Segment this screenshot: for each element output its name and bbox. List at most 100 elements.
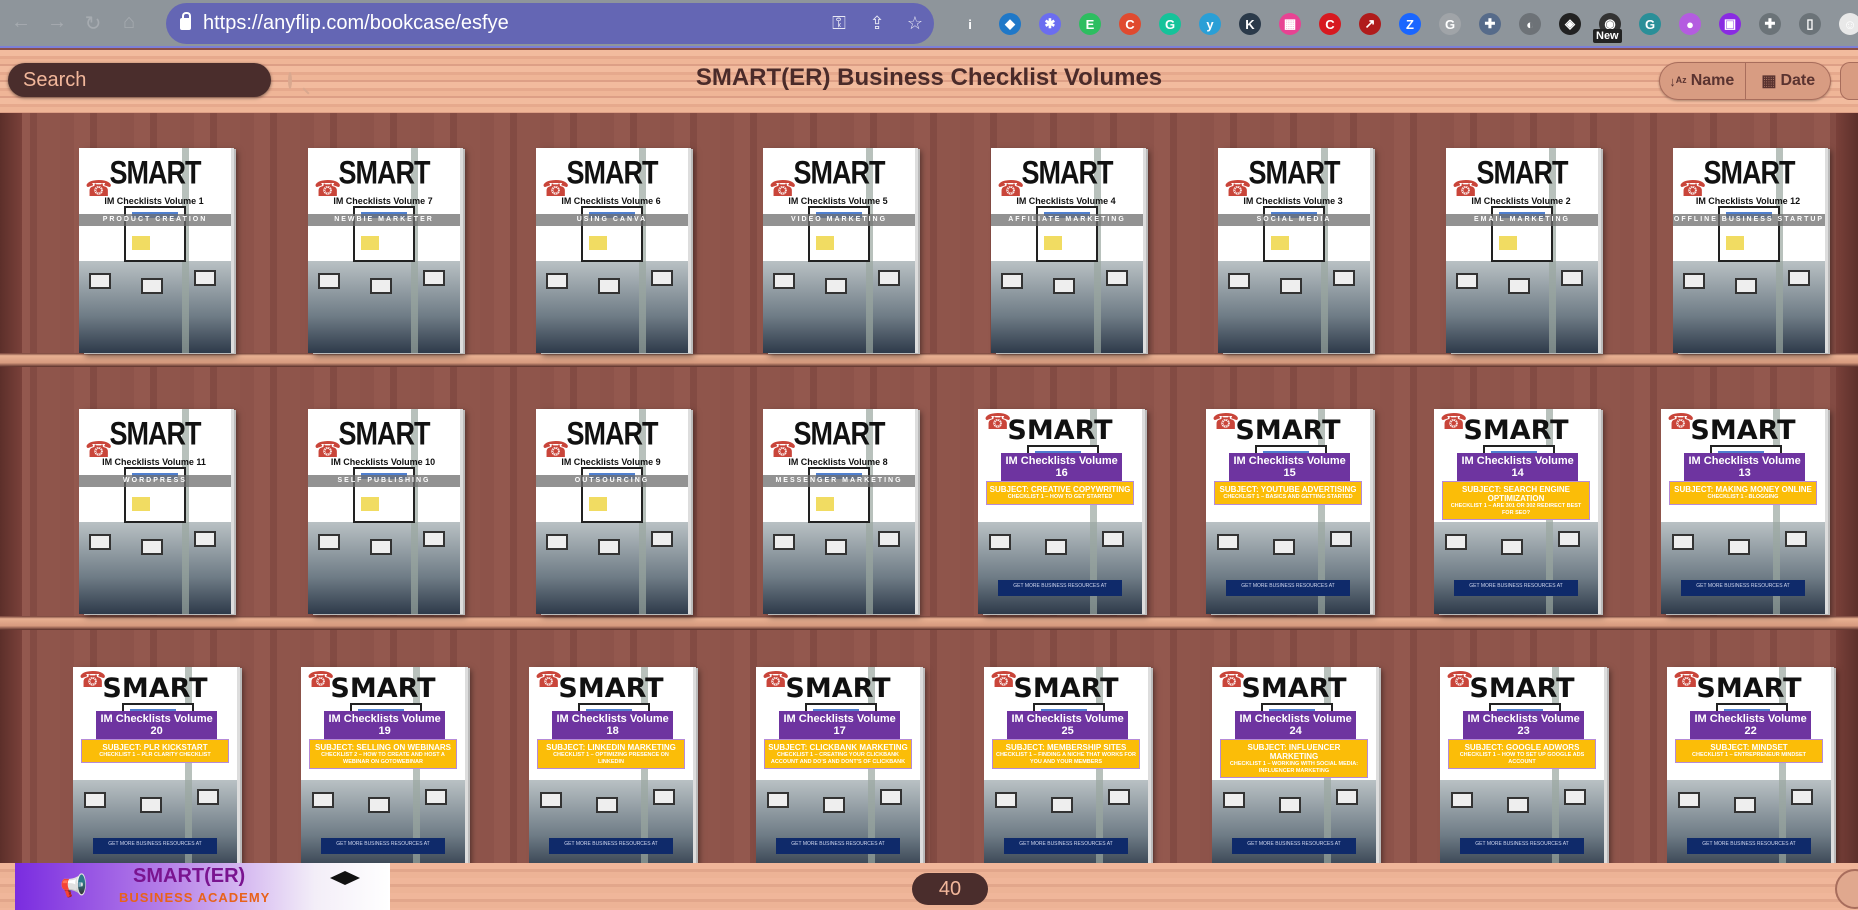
home-icon[interactable]: ⌂ xyxy=(114,11,144,36)
extensions-bar: i ◆ ✱ E C Gy K ▦ C ↗ Z G ✚ ◐ ◈ ◉ New G ● ▣ ✚ ▯ ☺ xyxy=(950,0,1858,48)
c-extension-icon: C xyxy=(1119,13,1141,35)
checklist-text: CHECKLIST 1 – HOW TO SET UP GOOGLE ADS A… xyxy=(1459,752,1585,765)
k-extension-button[interactable]: K xyxy=(1230,0,1270,48)
book-cover[interactable]: ☎ SMART IM Checklists Volume 15 SUBJECT: YO… xyxy=(1206,409,1370,614)
book-cover[interactable]: ☎ SMART IM Checklists Volume 23 SUBJECT: GO… xyxy=(1440,667,1604,872)
laptop-icon xyxy=(1444,534,1467,550)
circle-extension-button[interactable]: ◐ xyxy=(1510,0,1550,48)
c-extension-button[interactable]: C xyxy=(1110,0,1150,48)
cover-brand: SMART xyxy=(793,154,886,191)
book-cover[interactable]: ☎ SMART IM Checklists Volume 7 NEWBIE MARKE… xyxy=(308,148,460,353)
gradient-extension-button[interactable]: ● xyxy=(1670,0,1710,48)
book-cover[interactable]: ☎ SMART IM Checklists Volume 14 SUBJECT: SE… xyxy=(1434,409,1598,614)
back-icon[interactable]: ← xyxy=(6,11,36,36)
url-text[interactable]: https://anyflip.com/bookcase/esfye xyxy=(203,12,820,35)
volume-label: IM Checklists Volume 7 xyxy=(333,196,433,206)
bookmark-star-icon[interactable]: ☆ xyxy=(896,13,934,34)
book-cover[interactable]: ☎ SMART IM Checklists Volume 11 WORDPRESS xyxy=(79,409,231,614)
evernote-extension-button[interactable]: E xyxy=(1070,0,1110,48)
checklist-text: CHECKLIST 1 - BLOGGING xyxy=(1707,494,1779,500)
book-cover[interactable]: ☎ SMART IM Checklists Volume 3 SOCIAL MEDIA xyxy=(1218,148,1370,353)
g-teal-extension-button[interactable]: G xyxy=(1630,0,1670,48)
laptop-icon xyxy=(425,789,448,805)
cover-brand: SMART xyxy=(566,415,659,452)
checklist-text: CHECKLIST 1 – WORKING WITH SOCIAL MEDIA:… xyxy=(1229,761,1359,774)
laptop-icon xyxy=(1450,792,1473,808)
subject-box: SUBJECT: INFLUENCER MARKETING CHECKLIST 1… xyxy=(1220,739,1368,779)
view-toggle-button[interactable] xyxy=(1840,62,1858,100)
rainbow-extension-button[interactable]: ◉ New xyxy=(1590,0,1630,48)
book-cover[interactable]: ☎ SMART IM Checklists Volume 6 USING CANVA xyxy=(536,148,688,353)
cover-brand: SMART xyxy=(330,673,436,704)
laptop-icon xyxy=(994,792,1017,808)
gear-extension-button[interactable]: ✱ xyxy=(1030,0,1070,48)
checklist-text: CHECKLIST 1 – CREATING YOUR CLICKBANK AC… xyxy=(770,752,906,765)
academy-logo[interactable]: 📢 SMART(ER) BUSINESS ACADEMY xyxy=(15,863,390,910)
forward-icon[interactable]: → xyxy=(42,11,72,36)
book-cover[interactable]: ☎ SMART IM Checklists Volume 1 PRODUCT CREA… xyxy=(79,148,231,353)
topic-band: MESSENGER MARKETING xyxy=(763,475,915,487)
google-extension-button[interactable]: G xyxy=(1430,0,1470,48)
book-cover[interactable]: ☎ SMART IM Checklists Volume 19 SUBJECT: SE… xyxy=(301,667,465,872)
address-bar[interactable]: https://anyflip.com/bookcase/esfye ⚿ ⇪ ☆ xyxy=(166,3,934,44)
shelf-left-side xyxy=(0,113,22,863)
palette-extension-button[interactable]: ▦ xyxy=(1270,0,1310,48)
laptop-icon xyxy=(370,539,392,555)
resources-footer: GET MORE BUSINESS RESOURCES AT xyxy=(1686,838,1812,854)
c-red-extension-button[interactable]: C xyxy=(1310,0,1350,48)
profile-avatar-button[interactable]: ☺ xyxy=(1830,0,1858,48)
diamond-extension-button[interactable]: ◆ xyxy=(990,0,1030,48)
book-cover[interactable]: ☎ SMART IM Checklists Volume 18 SUBJECT: LI… xyxy=(529,667,693,872)
book-cover[interactable]: ☎ SMART IM Checklists Volume 17 SUBJECT: CL… xyxy=(756,667,920,872)
chat-extension-button[interactable]: ▣ xyxy=(1710,0,1750,48)
laptop-icon xyxy=(1216,534,1239,550)
book-cover[interactable]: ☎ SMART IM Checklists Volume 24 SUBJECT: IN… xyxy=(1212,667,1376,872)
laptop-icon xyxy=(1222,792,1245,808)
book-cover[interactable]: ☎ SMART IM Checklists Volume 13 SUBJECT: MA… xyxy=(1661,409,1825,614)
share-icon[interactable]: ⇪ xyxy=(858,13,896,34)
sort-by-date-button[interactable]: ▦ Date xyxy=(1744,62,1832,100)
sort-by-name-button[interactable]: ↓ᴬᶻ Name xyxy=(1659,62,1745,100)
drop-extension-button[interactable]: ◈ xyxy=(1550,0,1590,48)
scroll-button[interactable] xyxy=(1835,869,1858,909)
z-extension-button[interactable]: Z xyxy=(1390,0,1430,48)
megaphone-icon: 📢 xyxy=(60,873,88,898)
cover-brand: SMART xyxy=(558,673,664,704)
volume-label: IM Checklists Volume 10 xyxy=(330,457,436,467)
book-cover[interactable]: ☎ SMART IM Checklists Volume 22 SUBJECT: MI… xyxy=(1667,667,1831,872)
extensions-puzzle-button[interactable]: ✚ xyxy=(1750,0,1790,48)
book-cover[interactable]: ☎ SMART IM Checklists Volume 16 SUBJECT: CR… xyxy=(978,409,1142,614)
laptop-icon xyxy=(1050,797,1073,813)
book-cover[interactable]: ☎ SMART IM Checklists Volume 5 VIDEO MARKET… xyxy=(763,148,915,353)
book-cover[interactable]: ☎ SMART IM Checklists Volume 2 EMAIL MARKET… xyxy=(1446,148,1598,353)
volume-label: IM Checklists Volume 23 xyxy=(1462,711,1585,739)
subject-box: SUBJECT: PLR KICKSTART CHECKLIST 1 – PLR … xyxy=(81,739,229,763)
puzzle-box-extension-button[interactable]: ✚ xyxy=(1470,0,1510,48)
calendar-icon: ▦ xyxy=(1761,73,1777,90)
laptop-icon xyxy=(651,270,673,286)
book-cover[interactable]: ☎ SMART IM Checklists Volume 10 SELF PUBLIS… xyxy=(308,409,460,614)
book-cover[interactable]: ☎ SMART IM Checklists Volume 8 MESSENGER MA… xyxy=(763,409,915,614)
google-extension-icon: G xyxy=(1439,13,1461,35)
drop-extension-icon: ◈ xyxy=(1559,13,1581,35)
extensions-puzzle-icon: ✚ xyxy=(1759,13,1781,35)
book-cover[interactable]: ☎ SMART IM Checklists Volume 9 OUTSOURCING xyxy=(536,409,688,614)
arrow-extension-button[interactable]: ↗ xyxy=(1350,0,1390,48)
topic-band: SOCIAL MEDIA xyxy=(1218,214,1370,226)
volume-label: IM Checklists Volume 22 xyxy=(1689,711,1812,739)
subject-text: SUBJECT: YOUTUBE ADVERTISING xyxy=(1219,485,1357,494)
info-extension-button[interactable]: i xyxy=(950,0,990,48)
reload-icon[interactable]: ↻ xyxy=(78,11,108,36)
laptop-icon xyxy=(423,270,445,286)
laptop-icon xyxy=(1333,270,1355,286)
key-icon[interactable]: ⚿ xyxy=(820,13,858,34)
grammarly-extension-button[interactable]: G xyxy=(1150,0,1190,48)
book-cover[interactable]: ☎ SMART IM Checklists Volume 12 OFFLINE BUS… xyxy=(1673,148,1825,353)
book-cover[interactable]: ☎ SMART IM Checklists Volume 20 SUBJECT: PL… xyxy=(73,667,237,872)
y-extension-button[interactable]: y xyxy=(1190,0,1230,48)
book-cover[interactable]: ☎ SMART IM Checklists Volume 25 SUBJECT: ME… xyxy=(984,667,1148,872)
book-cover[interactable]: ☎ SMART IM Checklists Volume 4 AFFILIATE MA… xyxy=(991,148,1143,353)
sidepanel-button[interactable]: ▯ xyxy=(1790,0,1830,48)
laptop-icon xyxy=(1456,273,1478,289)
volume-label: IM Checklists Volume 25 xyxy=(1006,711,1129,739)
